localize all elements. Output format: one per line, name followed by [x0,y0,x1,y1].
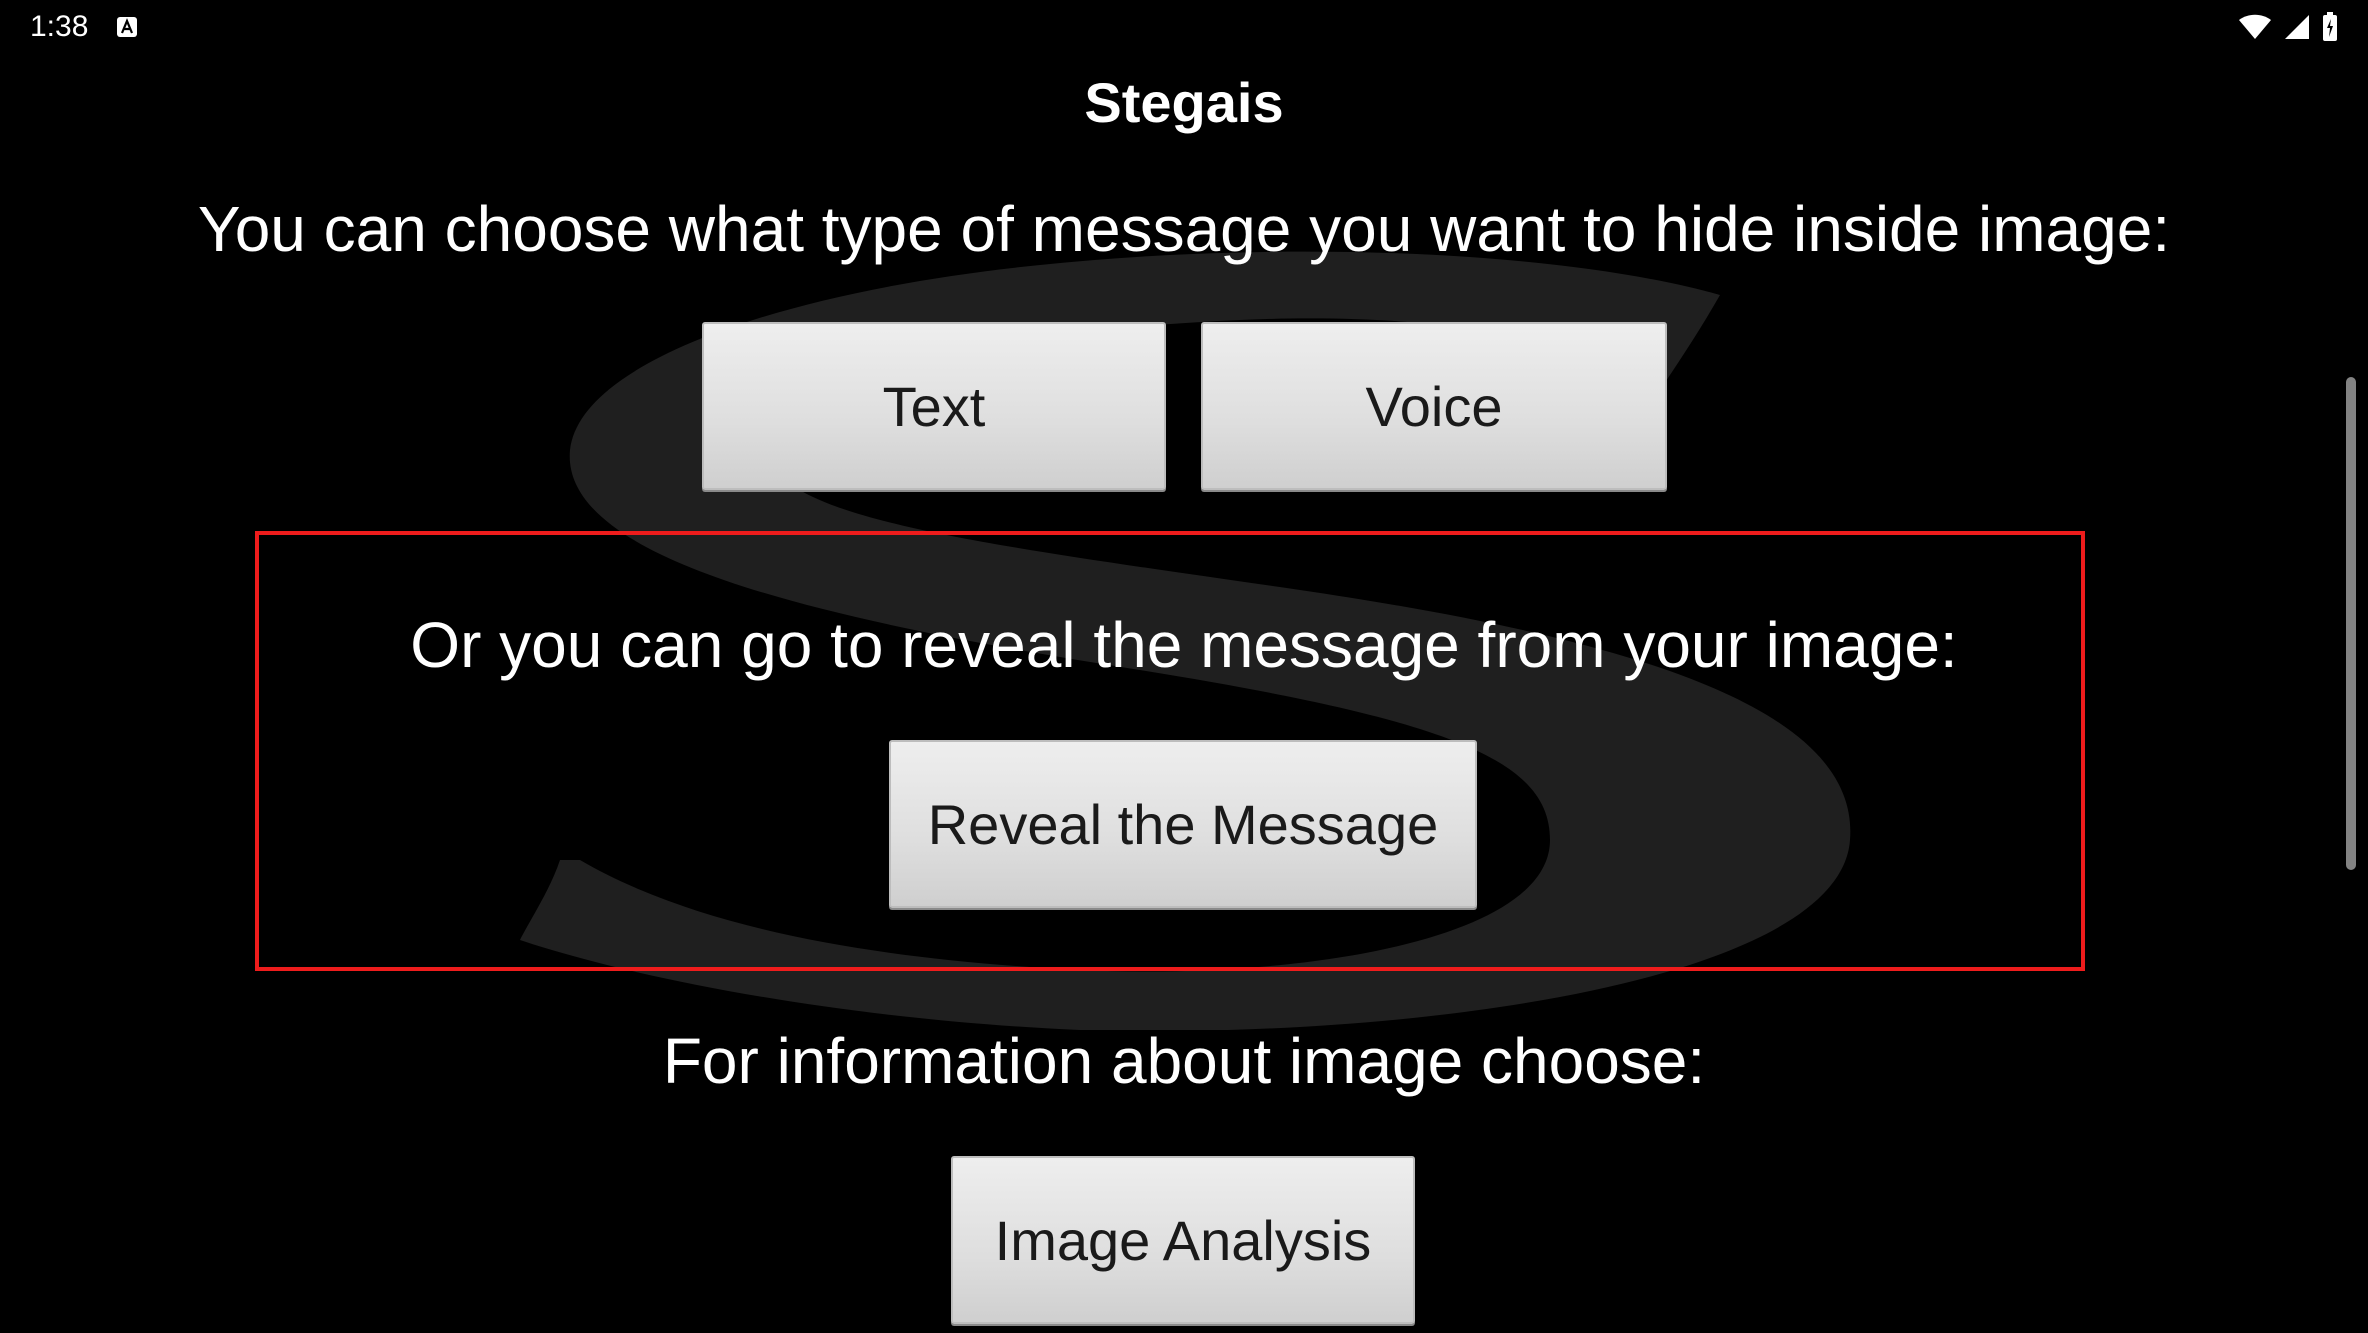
battery-icon [2323,12,2337,41]
voice-button[interactable]: Voice [1201,322,1667,490]
status-time: 1:38 [30,10,89,43]
image-analysis-button[interactable]: Image Analysis [951,1156,1415,1324]
text-button[interactable]: Text [702,322,1166,490]
status-bar: 1:38 [0,0,2368,56]
image-info-prompt: For information about image choose: [662,1025,1706,1097]
page-title: Stegais [1084,71,1284,134]
scrollbar[interactable] [2346,377,2356,870]
wifi-icon [2239,14,2271,39]
hide-message-prompt: You can choose what type of message you … [197,193,2171,265]
a-notification-icon [117,17,137,37]
reveal-message-button[interactable]: Reveal the Message [889,740,1477,908]
reveal-message-prompt: Or you can go to reveal the message from… [410,609,1958,681]
app-screen: 1:38 Stegais You can choose what type of… [0,0,2368,1333]
cell-signal-icon [2285,15,2309,39]
status-icons [2238,12,2338,42]
